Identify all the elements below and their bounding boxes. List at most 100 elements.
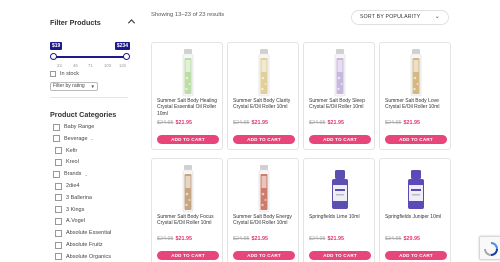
category-item[interactable]: Absolute Organics: [55, 252, 111, 262]
filter-products-header[interactable]: Filter Products: [50, 16, 138, 28]
product-photo: [334, 49, 346, 97]
price-min-handle[interactable]: [50, 53, 57, 60]
product-price: $34.95 $29.95: [385, 236, 420, 242]
category-checkbox[interactable]: [55, 194, 62, 202]
category-checkbox[interactable]: [55, 253, 62, 261]
in-stock-filter[interactable]: In stock: [50, 70, 79, 78]
product-card[interactable]: Summer Salt Body Focus Crystal E/Oil Rol…: [151, 158, 223, 262]
in-stock-checkbox[interactable]: [50, 71, 56, 77]
product-card[interactable]: Summer Salt Body Energy Crystal E/Oil Ro…: [227, 158, 299, 262]
product-name[interactable]: Springfields Juniper 10ml: [385, 214, 449, 220]
chevron-down-icon[interactable]: ⌄: [84, 172, 87, 177]
category-item[interactable]: A.Vogel: [55, 216, 85, 226]
add-to-cart-button[interactable]: ADD TO CART: [309, 135, 371, 144]
product-image[interactable]: [233, 47, 295, 99]
category-label: Absolute Fruitz: [66, 242, 103, 248]
category-item[interactable]: 3 Kings: [55, 205, 84, 215]
category-item[interactable]: Absolute Essential: [55, 228, 111, 238]
category-checkbox[interactable]: [55, 217, 62, 225]
rating-filter-select[interactable]: Filter by rating ▼: [50, 82, 98, 91]
product-price: $24.95 $21.95: [385, 120, 420, 126]
category-checkbox[interactable]: [55, 229, 62, 237]
product-card[interactable]: Summer Salt Body Healing Crystal Essenti…: [151, 42, 223, 150]
product-name[interactable]: Summer Salt Body Clarity Crystal E/Oil R…: [233, 98, 297, 111]
category-checkbox[interactable]: [53, 170, 60, 178]
price-max-handle[interactable]: [123, 53, 130, 60]
product-image[interactable]: [157, 47, 219, 99]
product-price: $24.95 $21.95: [157, 236, 192, 242]
product-card[interactable]: Springfields Juniper 10ml $34.95 $29.95 ADD…: [379, 158, 451, 262]
category-label: 3 Kings: [66, 206, 85, 213]
add-to-cart-button[interactable]: ADD TO CART: [157, 135, 219, 144]
category-checkbox[interactable]: [55, 182, 62, 190]
chevron-down-icon: ⌄: [434, 14, 440, 20]
category-item[interactable]: 2die4: [55, 181, 79, 191]
add-to-cart-button[interactable]: ADD TO CART: [385, 251, 447, 260]
add-to-cart-button[interactable]: ADD TO CART: [309, 251, 371, 260]
category-checkbox[interactable]: [53, 123, 60, 131]
category-checkbox[interactable]: [55, 158, 62, 166]
category-checkbox[interactable]: [53, 135, 60, 143]
recaptcha-badge[interactable]: [479, 236, 500, 260]
product-name[interactable]: Springfields Lime 10ml: [309, 214, 373, 220]
price-min-label: $19: [50, 42, 63, 50]
add-to-cart-button[interactable]: ADD TO CART: [385, 135, 447, 144]
category-item[interactable]: Brands ⌄: [53, 169, 88, 179]
sale-price: $21.95: [251, 236, 269, 242]
product-price: $24.95 $21.95: [233, 120, 268, 126]
sort-select[interactable]: SORT BY POPULARITY ⌄: [351, 10, 449, 25]
category-item[interactable]: Kreol: [55, 157, 79, 167]
product-image[interactable]: [385, 163, 447, 215]
category-item[interactable]: Baby Range: [53, 122, 94, 132]
category-checkbox[interactable]: [55, 147, 62, 155]
category-label: Absolute Essential: [66, 230, 112, 237]
filter-products-title: Filter Products: [50, 18, 101, 27]
category-label: Absolute Organics: [66, 253, 111, 260]
product-image[interactable]: [309, 163, 371, 215]
chevron-down-icon[interactable]: ⌄: [91, 136, 94, 141]
product-card[interactable]: Summer Salt Body Sleep Crystal E/Oil Rol…: [303, 42, 375, 150]
price-tick: 23: [57, 63, 62, 68]
add-to-cart-button[interactable]: ADD TO CART: [157, 251, 219, 260]
regular-price: $24.95: [157, 120, 174, 126]
price-slider-track[interactable]: [53, 56, 127, 58]
product-name[interactable]: Summer Salt Body Focus Crystal E/Oil Rol…: [157, 214, 221, 227]
sale-price: $21.95: [175, 120, 193, 126]
product-image[interactable]: [157, 163, 219, 215]
regular-price: $24.95: [385, 120, 402, 126]
category-item[interactable]: Beverage ⌄: [53, 134, 94, 144]
product-card[interactable]: Summer Salt Body Clarity Crystal E/Oil R…: [227, 42, 299, 150]
product-price: $24.95 $21.95: [233, 236, 268, 242]
chevron-up-icon[interactable]: [127, 17, 136, 26]
product-image[interactable]: [233, 163, 295, 215]
product-name[interactable]: Summer Salt Body Sleep Crystal E/Oil Rol…: [309, 98, 373, 111]
category-item[interactable]: Absolute Fruitz: [55, 240, 103, 250]
category-item[interactable]: 3 Ballerina: [55, 193, 92, 203]
sale-price: $21.95: [327, 236, 345, 242]
product-image[interactable]: [309, 47, 371, 99]
product-price: $24.95 $21.95: [157, 120, 192, 126]
product-name[interactable]: Summer Salt Body Love Crystal E/Oil Roll…: [385, 98, 449, 111]
add-to-cart-button[interactable]: ADD TO CART: [233, 251, 295, 260]
price-slider[interactable]: $19 $234 23 46 71 103 134: [50, 42, 130, 70]
category-checkbox[interactable]: [55, 241, 62, 249]
product-photo: [258, 165, 270, 213]
product-photo: [410, 49, 422, 97]
product-photo: [332, 170, 348, 209]
sale-price: $21.95: [175, 236, 193, 242]
sale-price: $29.95: [403, 236, 421, 242]
recaptcha-icon: [484, 242, 498, 256]
product-name[interactable]: Summer Salt Body Energy Crystal E/Oil Ro…: [233, 214, 297, 227]
category-checkbox[interactable]: [55, 206, 62, 214]
product-image[interactable]: [385, 47, 447, 99]
product-categories-title: Product Categories: [50, 110, 117, 119]
add-to-cart-button[interactable]: ADD TO CART: [233, 135, 295, 144]
product-card[interactable]: Summer Salt Body Love Crystal E/Oil Roll…: [379, 42, 451, 150]
product-name[interactable]: Summer Salt Body Healing Crystal Essenti…: [157, 98, 221, 117]
category-label: Baby Range: [64, 124, 95, 130]
product-photo: [182, 49, 194, 97]
regular-price: $24.95: [233, 120, 250, 126]
sort-select-value: SORT BY POPULARITY: [360, 14, 421, 20]
category-item[interactable]: Kefir: [55, 146, 77, 156]
product-card[interactable]: Springfields Lime 10ml $24.95 $21.95 ADD TO…: [303, 158, 375, 262]
